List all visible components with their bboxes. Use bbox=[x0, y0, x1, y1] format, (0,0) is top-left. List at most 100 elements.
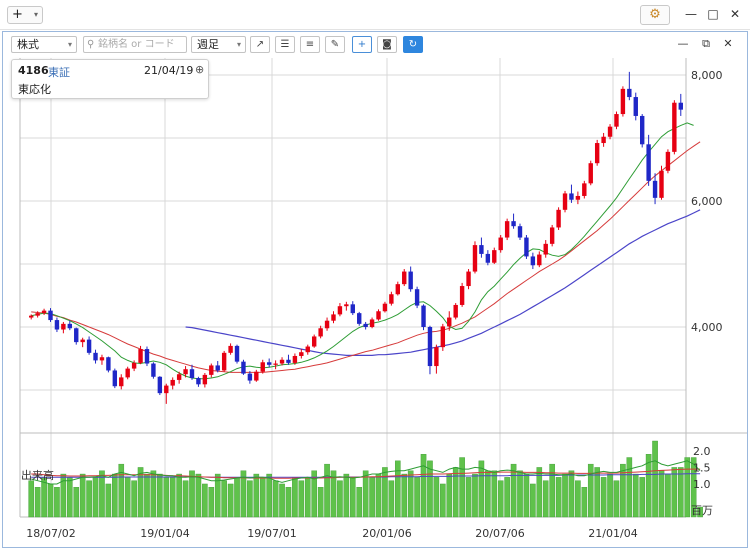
volume-bar bbox=[607, 473, 613, 518]
volume-bar bbox=[620, 463, 626, 518]
volume-bar bbox=[34, 487, 41, 518]
volume-bar bbox=[112, 473, 118, 518]
down-candle bbox=[144, 349, 150, 364]
up-candle bbox=[324, 320, 330, 329]
date-tick-label: 19/01/04 bbox=[140, 527, 189, 540]
volume-bar bbox=[600, 477, 607, 518]
stock-name: 東応化 bbox=[18, 83, 51, 96]
up-candle bbox=[601, 136, 606, 144]
up-candle bbox=[344, 304, 349, 307]
volume-unit-label: 百万 bbox=[691, 504, 713, 517]
volume-bar bbox=[176, 473, 182, 518]
volume-bar bbox=[247, 480, 253, 518]
up-candle bbox=[292, 355, 298, 363]
up-candle bbox=[305, 346, 310, 353]
volume-bar bbox=[452, 467, 459, 518]
volume-bar bbox=[195, 473, 202, 518]
volume-bar bbox=[375, 473, 382, 518]
add-label: + bbox=[12, 7, 23, 22]
volume-bar bbox=[504, 477, 510, 518]
volume-bar bbox=[73, 487, 80, 518]
volume-tick-label: 2.0 bbox=[693, 445, 711, 458]
collapse-toggle-icon[interactable]: ⊕ bbox=[195, 63, 204, 76]
down-candle bbox=[350, 304, 355, 314]
plot-background bbox=[20, 58, 686, 517]
volume-tick-label: 1.5 bbox=[693, 461, 711, 474]
up-candle bbox=[665, 151, 671, 171]
down-candle bbox=[627, 88, 632, 98]
volume-bar bbox=[304, 477, 311, 518]
volume-bar bbox=[150, 470, 157, 518]
up-candle bbox=[311, 336, 317, 347]
up-candle bbox=[131, 362, 137, 369]
volume-bar bbox=[568, 470, 575, 518]
up-candle bbox=[202, 374, 208, 385]
up-candle bbox=[389, 294, 394, 304]
up-candle bbox=[164, 385, 169, 394]
up-candle bbox=[254, 371, 259, 381]
up-candle bbox=[176, 374, 182, 380]
volume-bar bbox=[446, 473, 453, 518]
up-candle bbox=[183, 369, 188, 375]
volume-bar bbox=[575, 480, 581, 518]
maximize-icon[interactable]: □ bbox=[705, 6, 721, 22]
volume-bar bbox=[665, 473, 671, 518]
volume-bar bbox=[182, 480, 189, 518]
volume-bar bbox=[362, 470, 369, 518]
up-candle bbox=[80, 339, 85, 343]
up-candle bbox=[672, 102, 677, 152]
volume-bar bbox=[530, 483, 536, 518]
down-candle bbox=[357, 313, 362, 324]
volume-bar bbox=[433, 477, 440, 518]
stock-date: 21/04/19 bbox=[144, 64, 194, 77]
up-candle bbox=[35, 313, 40, 316]
down-candle bbox=[266, 362, 272, 365]
volume-bar bbox=[285, 487, 292, 518]
up-candle bbox=[331, 314, 336, 321]
volume-bar bbox=[169, 477, 176, 518]
volume-bar bbox=[86, 480, 92, 518]
minimize-icon[interactable]: — bbox=[683, 6, 699, 22]
up-candle bbox=[440, 326, 446, 348]
volume-tick-label: 1.0 bbox=[693, 478, 711, 491]
down-candle bbox=[67, 323, 73, 329]
up-candle bbox=[318, 328, 323, 337]
volume-bar bbox=[272, 480, 279, 518]
up-candle bbox=[562, 193, 568, 210]
volume-bar bbox=[349, 477, 356, 518]
down-candle bbox=[569, 193, 574, 200]
up-candle bbox=[402, 271, 407, 285]
up-candle bbox=[29, 315, 34, 318]
gear-icon[interactable]: ⚙ bbox=[640, 5, 670, 25]
down-candle bbox=[485, 253, 491, 263]
down-candle bbox=[530, 256, 536, 266]
chevron-down-icon: ▾ bbox=[33, 10, 38, 19]
volume-bar bbox=[401, 473, 408, 518]
volume-bar bbox=[472, 473, 478, 518]
down-candle bbox=[524, 237, 529, 257]
down-candle bbox=[633, 97, 638, 116]
volume-bar bbox=[105, 483, 112, 518]
down-candle bbox=[54, 320, 60, 330]
volume-bar bbox=[388, 480, 395, 518]
date-tick-label: 20/07/06 bbox=[475, 527, 524, 540]
add-chart-button[interactable]: + ▾ bbox=[7, 6, 43, 24]
close-icon[interactable]: ✕ bbox=[727, 6, 743, 22]
up-candle bbox=[549, 227, 555, 244]
up-candle bbox=[434, 347, 439, 367]
up-candle bbox=[376, 311, 381, 320]
up-candle bbox=[607, 126, 613, 137]
volume-bar bbox=[67, 477, 73, 518]
stock-chart[interactable]: 4,000 6,000 8,000 18/07/02 19/01/04 19/07/01 2… bbox=[3, 32, 747, 547]
up-candle bbox=[337, 306, 343, 315]
up-candle bbox=[138, 349, 143, 363]
down-candle bbox=[151, 363, 156, 377]
up-candle bbox=[459, 286, 465, 305]
price-tick-label: 8,000 bbox=[691, 69, 723, 82]
stock-market: 東証 bbox=[48, 66, 70, 79]
volume-bar bbox=[459, 457, 465, 518]
up-candle bbox=[382, 303, 388, 312]
volume-bar bbox=[124, 477, 131, 518]
volume-bar bbox=[208, 487, 215, 518]
up-candle bbox=[41, 310, 47, 314]
